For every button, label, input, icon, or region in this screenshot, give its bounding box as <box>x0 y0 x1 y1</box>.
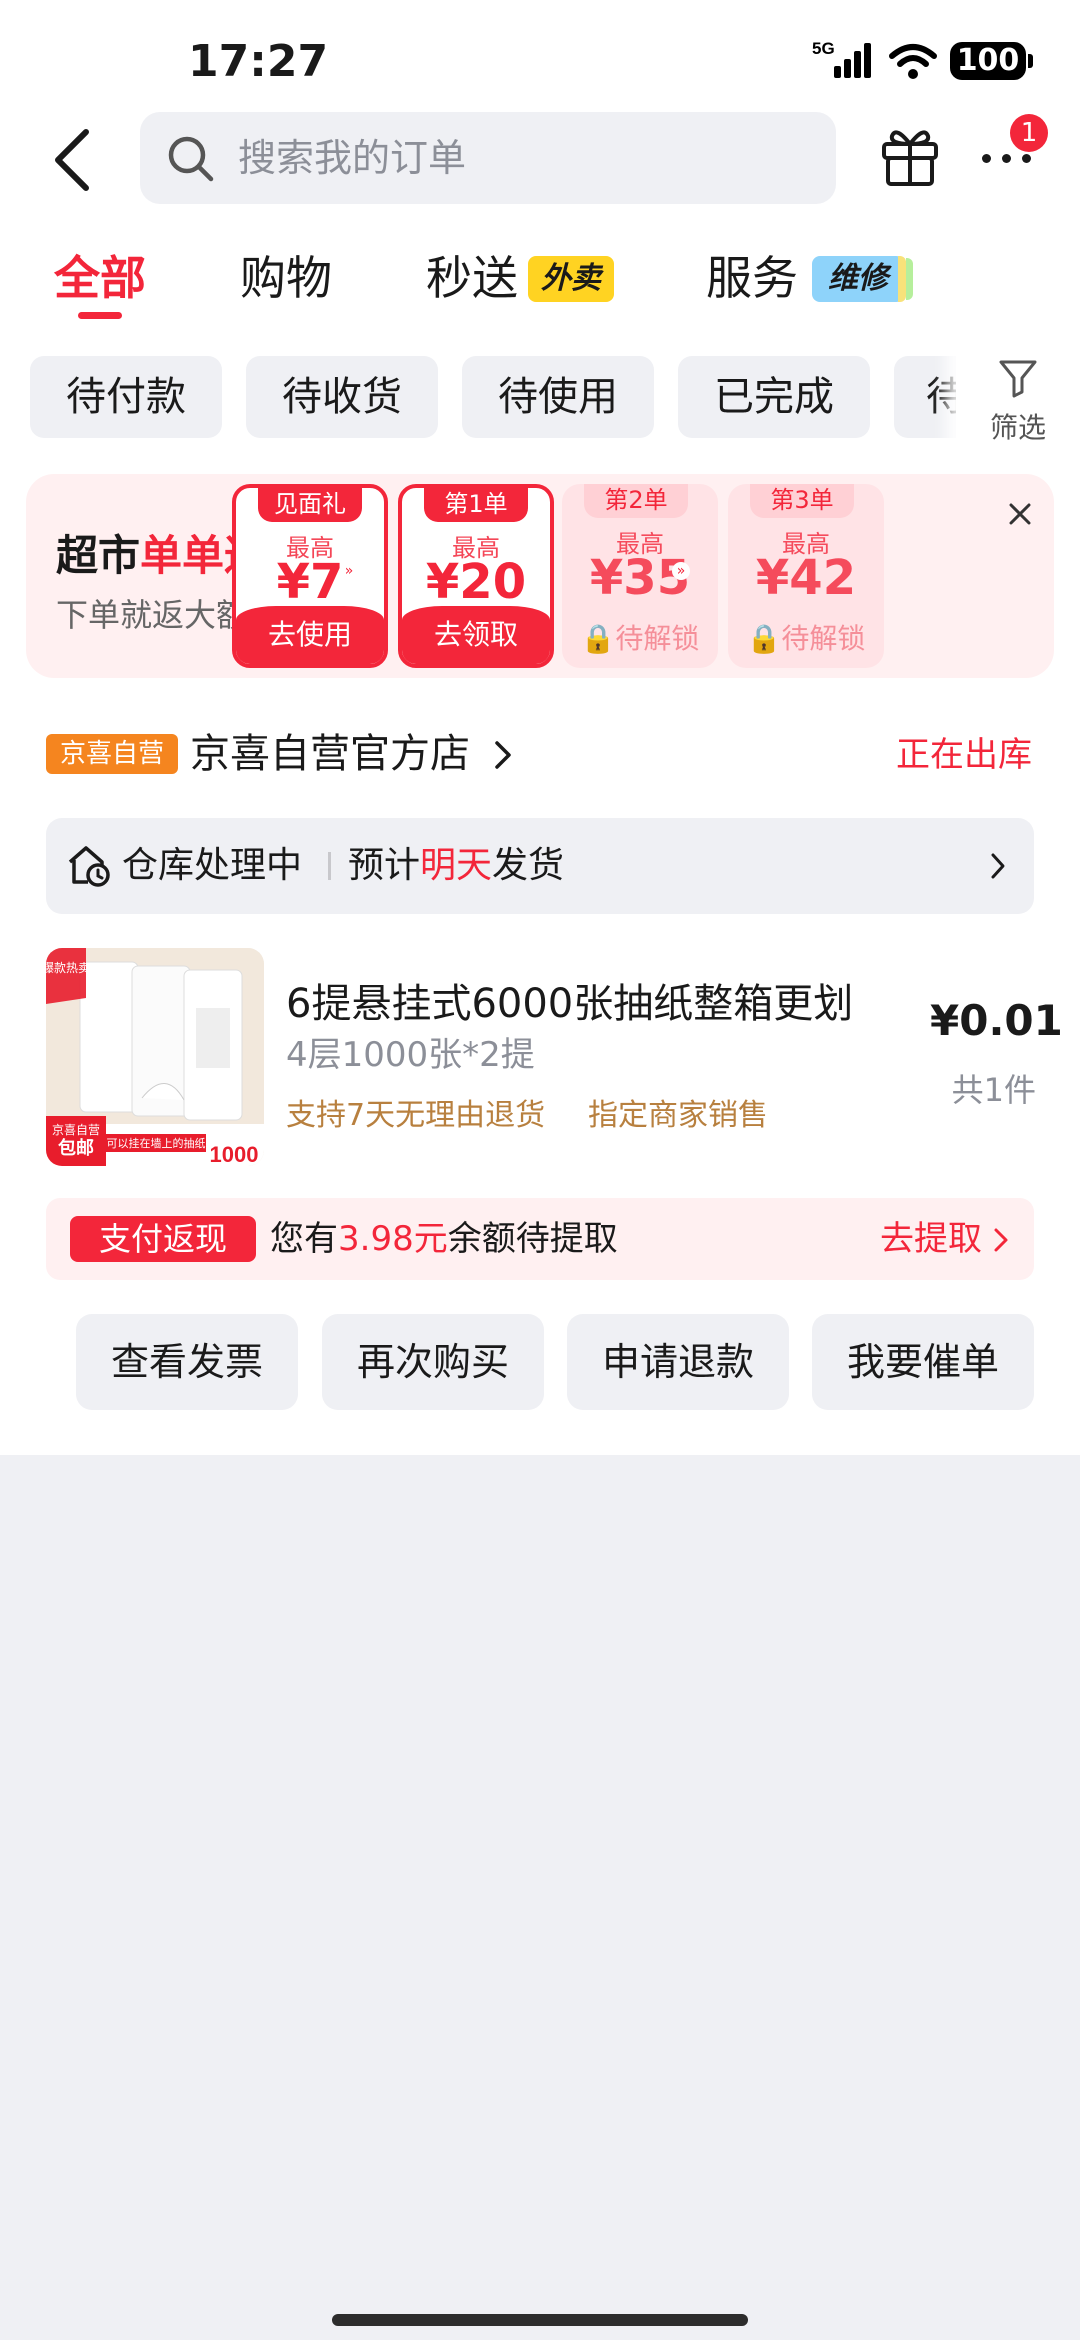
coupon-amount: ¥42 <box>755 550 857 606</box>
estimate-prefix: 预计 <box>348 845 421 886</box>
product-price: ¥0.01 <box>930 996 1063 1045</box>
cashback-tag: 支付返现 <box>70 1216 256 1262</box>
cellular-signal-icon: 5G <box>812 39 871 78</box>
chevron-right-icon <box>994 1228 1008 1252</box>
chip-completed[interactable]: 已完成 <box>678 356 870 438</box>
search-placeholder: 搜索我的订单 <box>238 136 467 180</box>
wifi-icon <box>889 44 937 79</box>
store-name[interactable]: 京喜自营官方店 <box>190 726 470 782</box>
warehouse-clock-icon <box>68 846 110 887</box>
coupon-use-button[interactable]: 去使用 <box>236 606 384 664</box>
lock-icon: 🔒 <box>580 622 616 655</box>
gift-icon[interactable] <box>876 122 944 190</box>
request-refund-button[interactable]: 申请退款 <box>567 1314 789 1410</box>
close-icon[interactable] <box>1000 494 1040 534</box>
product-image[interactable]: 京喜自营 包邮 可以挂在墙上的抽纸 1000 爆款热卖 <box>46 948 264 1166</box>
takeout-tag: 外卖 <box>528 256 614 302</box>
seller-tag: 指定商家销售 <box>588 1098 768 1133</box>
battery-indicator: 100 <box>950 42 1026 80</box>
coupon-third-order[interactable]: 第3单 最高 ¥42 🔒待解锁 <box>728 484 884 668</box>
coupon-locked-label: 🔒待解锁 <box>562 610 718 668</box>
tag-decoration <box>906 258 913 300</box>
return-policy-tag: 支持7天无理由退货 <box>286 1098 546 1133</box>
notification-badge: 1 <box>1010 114 1048 152</box>
cashback-text: 您有3.98元余额待提取 <box>270 1214 618 1264</box>
tab-service[interactable]: 服务 <box>706 246 798 310</box>
coupon-tag: 第3单 <box>750 484 854 518</box>
estimate-day: 明天 <box>420 845 493 886</box>
cashback-bar[interactable]: 支付返现 您有3.98元余额待提取 去提取 <box>46 1198 1034 1280</box>
coupon-locked-label: 🔒待解锁 <box>728 610 884 668</box>
product-spec: 4层1000张*2提 <box>286 1035 535 1075</box>
search-icon <box>168 136 214 182</box>
coupon-amount: ¥35 <box>589 550 691 606</box>
repair-tag: 维修 <box>812 256 904 302</box>
coupon-locked-text: 待解锁 <box>781 622 866 655</box>
tag-decoration <box>898 256 906 302</box>
chip-pending-use[interactable]: 待使用 <box>462 356 654 438</box>
active-tab-indicator <box>78 312 122 319</box>
urge-shipping-button[interactable]: 我要催单 <box>812 1314 1034 1410</box>
image-badge-line2: 包邮 <box>58 1137 94 1158</box>
cashback-amount: 3.98元 <box>338 1219 448 1259</box>
back-arrow-icon[interactable] <box>40 120 110 200</box>
tissue-box-illustration: 京喜自营 包邮 可以挂在墙上的抽纸 1000 爆款热卖 <box>46 948 264 1166</box>
battery-tip <box>1028 54 1033 68</box>
chevron-right-icon <box>991 853 1005 879</box>
lock-icon: 🔒 <box>746 622 782 655</box>
coupon-tag: 第2单 <box>584 484 688 518</box>
image-top-badge: 爆款热卖 <box>46 961 90 975</box>
cashback-text-prefix: 您有 <box>270 1219 338 1259</box>
buy-again-button[interactable]: 再次购买 <box>322 1314 544 1410</box>
coupon-claim-button[interactable]: 去领取 <box>402 606 550 664</box>
shipping-estimate: 预计明天发货 <box>348 840 564 892</box>
warehouse-status: 仓库处理中 <box>122 845 303 886</box>
coupon-first-order[interactable]: 第1单 最高 ¥20 去领取 <box>398 484 554 668</box>
filter-label: 筛选 <box>989 411 1046 444</box>
search-input[interactable]: 搜索我的订单 <box>140 112 836 204</box>
image-count: 1000 <box>210 1142 259 1166</box>
network-label: 5G <box>812 39 835 58</box>
cashback-text-suffix: 余额待提取 <box>447 1219 618 1259</box>
withdraw-link[interactable]: 去提取 <box>880 1214 982 1264</box>
coupon-amount: ¥7 <box>276 554 344 610</box>
promo-title-prefix: 超市 <box>56 531 141 580</box>
coupon-amount: ¥20 <box>425 554 527 610</box>
chip-pending-receipt[interactable]: 待收货 <box>246 356 438 438</box>
supermarket-cashback-banner[interactable]: 超市单单返 下单就返大额券 见面礼 最高 ¥7 去使用 » 第1单 最高 ¥20… <box>26 474 1054 678</box>
chevron-right-icon: » <box>672 562 690 580</box>
order-status: 正在出库 <box>896 735 1032 775</box>
home-indicator[interactable] <box>332 2314 748 2326</box>
filter-button[interactable]: 筛选 <box>956 336 1080 458</box>
coupon-locked-text: 待解锁 <box>615 622 700 655</box>
chip-pending-payment[interactable]: 待付款 <box>30 356 222 438</box>
estimate-suffix: 发货 <box>492 845 565 886</box>
image-badge-line1: 京喜自营 <box>52 1123 100 1137</box>
status-time: 17:27 <box>188 36 329 87</box>
chevron-right-icon: » <box>340 562 358 580</box>
coupon-second-order[interactable]: 第2单 最高 ¥35 🔒待解锁 <box>562 484 718 668</box>
product-quantity: 共1件 <box>951 1071 1036 1109</box>
tab-all[interactable]: 全部 <box>54 246 146 310</box>
self-operated-tag: 京喜自营 <box>46 734 178 774</box>
product-title[interactable]: 6提悬挂式6000张抽纸整箱更划 <box>286 976 886 1032</box>
tab-shopping[interactable]: 购物 <box>240 246 332 310</box>
image-banner: 可以挂在墙上的抽纸 <box>107 1136 206 1150</box>
divider <box>328 852 331 880</box>
logistics-row[interactable]: 仓库处理中 预计明天发货 <box>46 818 1034 914</box>
chevron-right-icon[interactable] <box>492 738 514 772</box>
filter-icon <box>999 360 1037 398</box>
tab-instant-delivery[interactable]: 秒送 <box>426 246 518 310</box>
coupon-welcome[interactable]: 见面礼 最高 ¥7 去使用 <box>232 484 388 668</box>
view-invoice-button[interactable]: 查看发票 <box>76 1314 298 1410</box>
coupon-tag: 第1单 <box>424 488 528 522</box>
coupon-tag: 见面礼 <box>258 488 362 522</box>
